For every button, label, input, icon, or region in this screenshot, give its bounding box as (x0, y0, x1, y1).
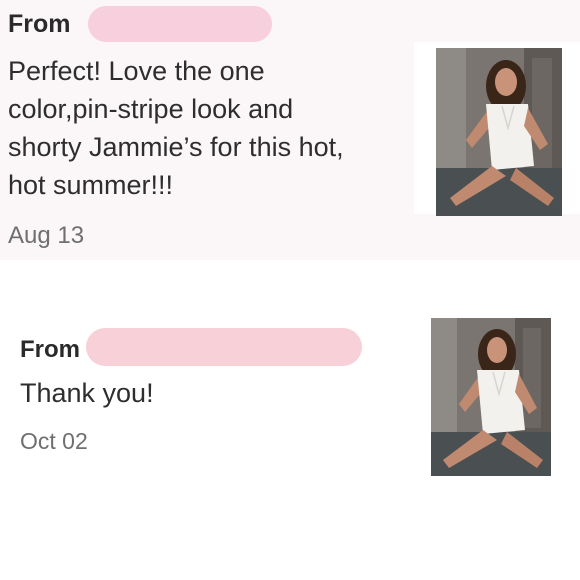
from-label: From (8, 9, 71, 38)
redacted-username (86, 328, 362, 366)
review-card: From Thank you! Oct 02 (0, 260, 580, 580)
product-thumbnail[interactable] (431, 318, 551, 476)
review-author-row: From (8, 6, 71, 42)
review-date: Aug 13 (8, 222, 85, 249)
review-message: Thank you! (20, 378, 154, 408)
review-date: Oct 02 (20, 428, 88, 454)
redacted-username (88, 6, 272, 42)
from-label: From (20, 336, 80, 363)
product-thumbnail[interactable] (436, 48, 562, 216)
review-message: Perfect! Love the one color,pin-stripe l… (8, 56, 344, 200)
review-card: From Perfect! Love the one color,pin-str… (0, 0, 580, 260)
